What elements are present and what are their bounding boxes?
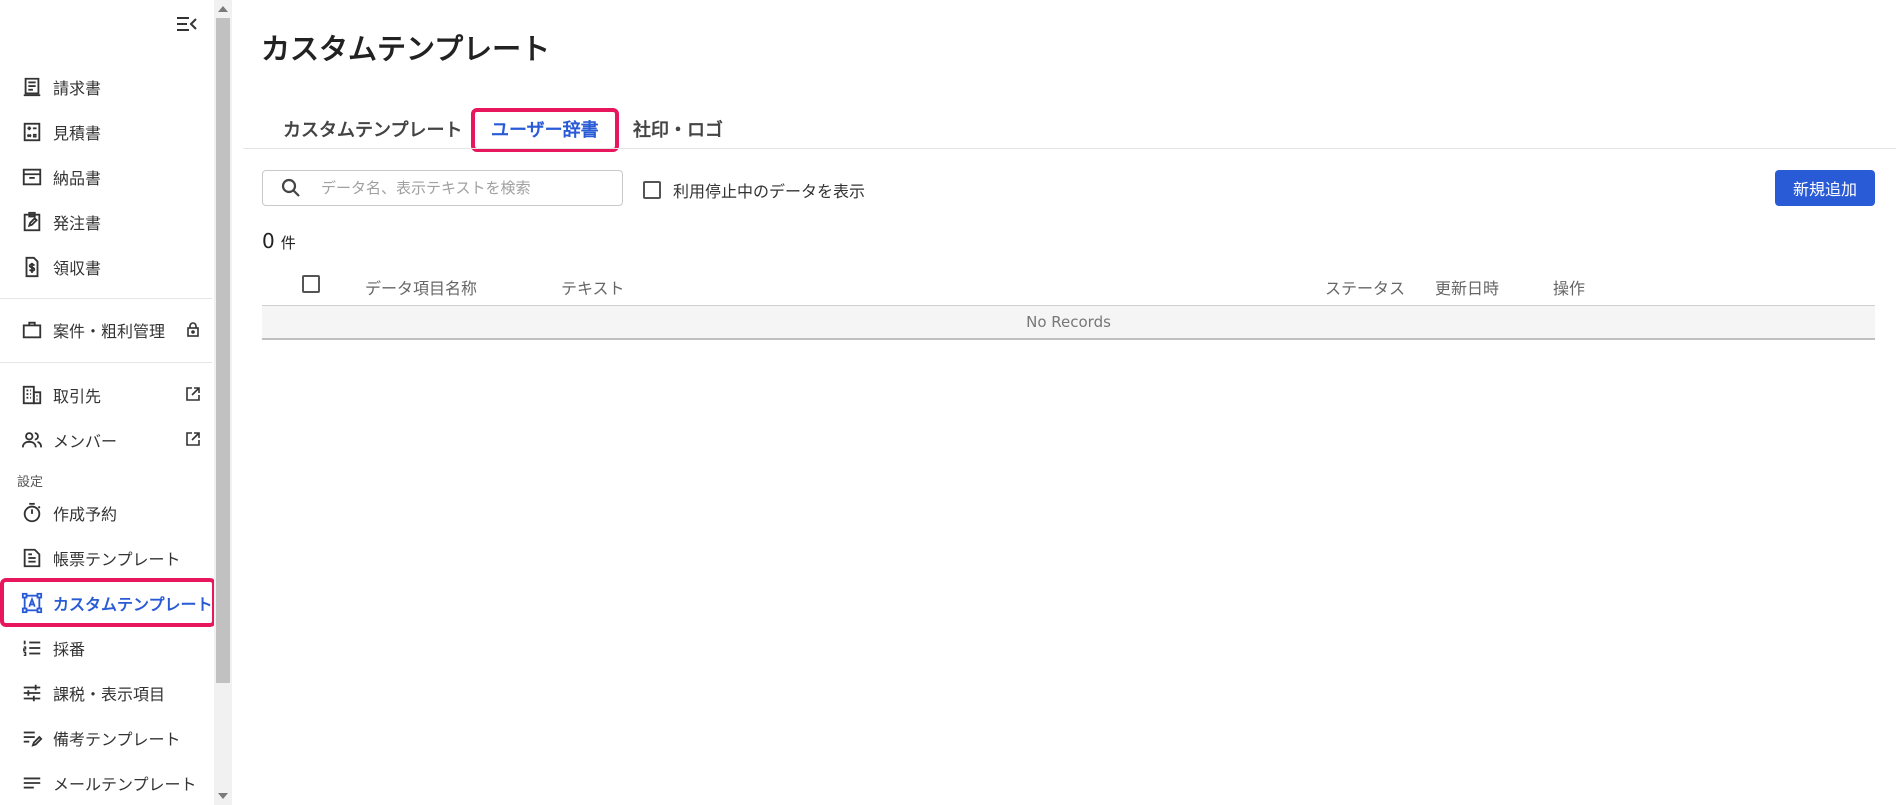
briefcase-icon — [20, 318, 44, 342]
lock-icon — [185, 321, 203, 339]
show-inactive-checkbox[interactable] — [643, 181, 661, 199]
sidebar-item-tax-display[interactable]: 課税・表示項目 — [0, 672, 214, 714]
external-link-icon — [185, 431, 203, 449]
sliders-icon — [20, 681, 44, 705]
sidebar-item-estimate[interactable]: 見積書 — [0, 111, 214, 153]
sidebar-item-clients[interactable]: 取引先 — [0, 374, 214, 416]
sidebar-item-label: 案件・粗利管理 — [53, 322, 166, 341]
column-header-text[interactable]: テキスト — [561, 275, 625, 299]
sidebar-item-members[interactable]: メンバー — [0, 419, 214, 461]
show-inactive-label: 利用停止中のデータを表示 — [673, 182, 866, 201]
page-title: カスタムテンプレート — [261, 32, 551, 66]
sidebar-item-label: 領収書 — [53, 259, 102, 278]
external-link-icon — [185, 386, 203, 404]
select-all-checkbox[interactable] — [302, 275, 320, 293]
menu-collapse-icon — [174, 17, 200, 40]
sidebar-item-delivery[interactable]: 納品書 — [0, 156, 214, 198]
text-box-icon — [20, 591, 44, 615]
sidebar-item-label: 発注書 — [53, 214, 102, 233]
tabs-divider — [243, 148, 1896, 149]
sidebar-item-mail-template[interactable]: メールテンプレート — [0, 762, 214, 804]
sidebar-item-purchase-order[interactable]: 発注書 — [0, 201, 214, 243]
records-table: データ項目名称 テキスト ステータス 更新日時 操作 No Records — [262, 263, 1875, 340]
table-empty-row: No Records — [262, 306, 1875, 340]
sidebar-item-receipt[interactable]: 領収書 — [0, 246, 214, 288]
receipt-icon — [20, 75, 44, 99]
settings-section-label: 設定 — [17, 475, 44, 490]
record-count: 0 件 — [262, 229, 296, 253]
calculator-icon — [20, 120, 44, 144]
sidebar: 請求書 見積書 納品書 発注書 領収書 案件・粗利管理 取引先 メンバー 設定 … — [0, 0, 214, 805]
numbered-list-icon — [20, 636, 44, 660]
sidebar-item-label: 取引先 — [53, 387, 102, 406]
sidebar-item-label: 帳票テンプレート — [53, 550, 181, 569]
sidebar-item-project-management[interactable]: 案件・粗利管理 — [0, 309, 214, 351]
sidebar-divider — [0, 362, 212, 363]
add-new-button[interactable]: 新規追加 — [1775, 170, 1875, 206]
people-icon — [20, 428, 44, 452]
main-content: カスタムテンプレート カスタムテンプレート ユーザー辞書 社印・ロゴ 利用停止中… — [243, 0, 1896, 805]
tab-custom-template[interactable]: カスタムテンプレート — [283, 116, 462, 142]
archive-box-icon — [20, 165, 44, 189]
column-header-status[interactable]: ステータス — [1325, 275, 1405, 299]
sidebar-item-scheduled-creation[interactable]: 作成予約 — [0, 492, 214, 534]
scroll-down-arrow[interactable] — [218, 793, 228, 799]
column-header-data-name[interactable]: データ項目名称 — [365, 275, 477, 299]
sidebar-item-label: 見積書 — [53, 124, 102, 143]
sidebar-item-label: 課税・表示項目 — [53, 685, 166, 704]
sidebar-item-custom-template[interactable]: カスタムテンプレート — [0, 582, 214, 624]
sidebar-item-form-template[interactable]: 帳票テンプレート — [0, 537, 214, 579]
dollar-document-icon — [20, 255, 44, 279]
sidebar-item-label: カスタムテンプレート — [53, 595, 213, 614]
column-header-actions: 操作 — [1553, 279, 1586, 298]
column-header-updated-at[interactable]: 更新日時 — [1435, 275, 1499, 299]
clipboard-edit-icon — [20, 210, 44, 234]
search-input[interactable] — [321, 179, 601, 197]
show-inactive-toggle[interactable]: 利用停止中のデータを表示 — [643, 178, 865, 202]
record-count-unit: 件 — [280, 234, 296, 252]
sidebar-item-label: メンバー — [53, 432, 118, 451]
document-lines-icon — [20, 546, 44, 570]
sidebar-item-notes-template[interactable]: 備考テンプレート — [0, 717, 214, 759]
table-header: データ項目名称 テキスト ステータス 更新日時 操作 — [262, 263, 1875, 306]
collapse-sidebar-button[interactable] — [174, 12, 200, 36]
sidebar-item-label: 請求書 — [53, 79, 102, 98]
tab-seal-logo[interactable]: 社印・ロゴ — [633, 116, 723, 142]
edit-note-icon — [20, 726, 44, 750]
sidebar-divider — [0, 298, 212, 299]
search-icon — [279, 176, 303, 200]
lines-icon — [20, 771, 44, 795]
scrollbar-thumb[interactable] — [216, 18, 230, 683]
search-box[interactable] — [262, 170, 623, 206]
sidebar-item-label: メールテンプレート — [53, 775, 197, 794]
sidebar-item-label: 備考テンプレート — [53, 730, 181, 749]
tab-user-dictionary[interactable]: ユーザー辞書 — [491, 116, 599, 142]
sidebar-item-label: 納品書 — [53, 169, 102, 188]
scroll-up-arrow[interactable] — [218, 6, 228, 12]
building-icon — [20, 383, 44, 407]
sidebar-item-invoice[interactable]: 請求書 — [0, 66, 214, 108]
timer-icon — [20, 501, 44, 525]
sidebar-item-label: 採番 — [53, 640, 86, 659]
sidebar-item-numbering[interactable]: 採番 — [0, 627, 214, 669]
sidebar-item-label: 作成予約 — [53, 505, 118, 524]
record-count-value: 0 — [262, 229, 275, 253]
sidebar-scrollbar[interactable] — [214, 0, 232, 805]
